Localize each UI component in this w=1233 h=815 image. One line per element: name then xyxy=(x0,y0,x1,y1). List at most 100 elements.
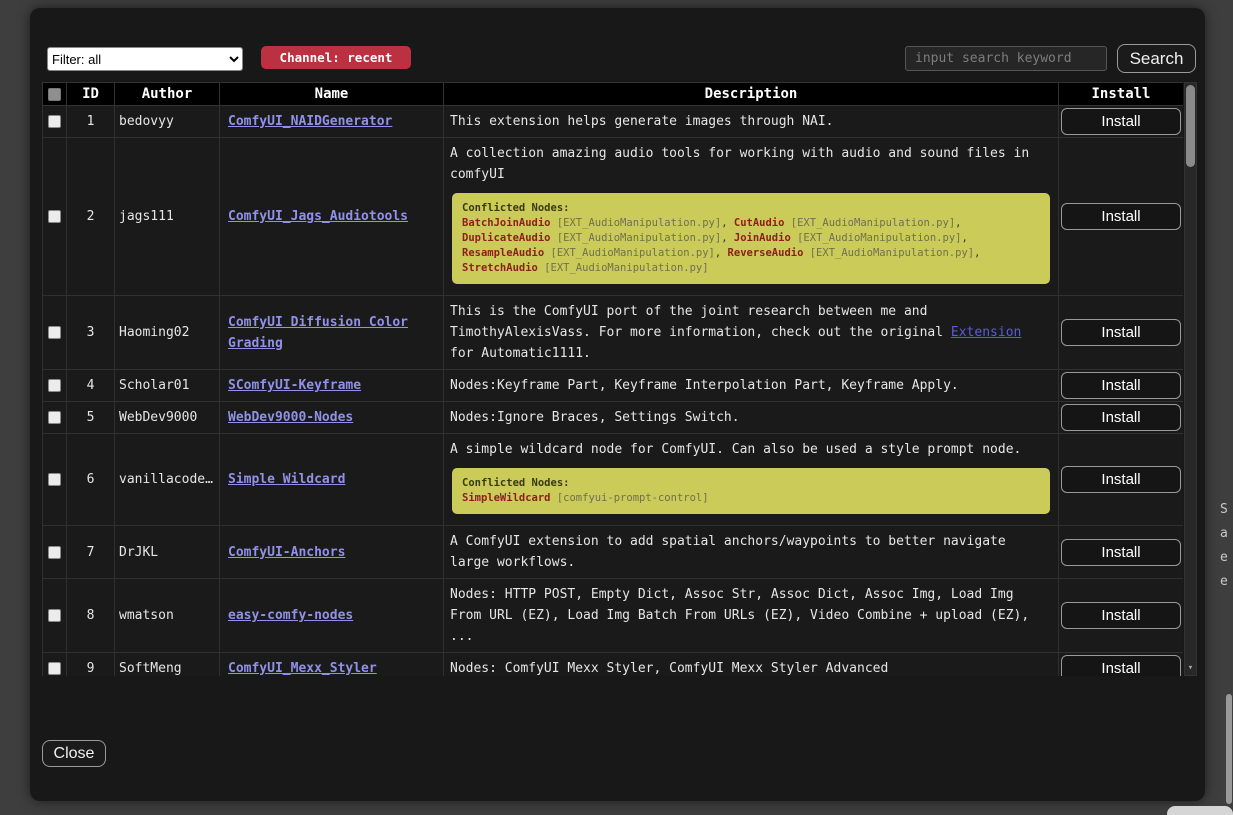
search-input[interactable] xyxy=(905,46,1107,71)
filter-select[interactable]: Filter: all xyxy=(47,47,243,71)
row-id: 6 xyxy=(67,434,115,526)
row-author: WebDev9000 xyxy=(115,402,220,434)
row-author: Scholar01 xyxy=(115,370,220,402)
row-description-cell: Nodes:Ignore Braces, Settings Switch. xyxy=(444,402,1059,434)
conflict-node-source: [EXT_AudioManipulation.py] xyxy=(557,217,721,229)
install-button[interactable]: Install xyxy=(1061,404,1181,431)
conflict-node-name: SimpleWildcard xyxy=(462,492,551,504)
node-description: A collection amazing audio tools for wor… xyxy=(450,143,1052,185)
install-button[interactable]: Install xyxy=(1061,319,1181,346)
conflict-node-name: ReverseAudio xyxy=(728,247,804,259)
table-row: 5WebDev9000WebDev9000-NodesNodes:Ignore … xyxy=(43,402,1184,434)
row-checkbox[interactable] xyxy=(48,546,61,559)
row-install-cell: Install xyxy=(1059,138,1184,296)
row-checkbox[interactable] xyxy=(48,115,61,128)
node-name-link[interactable]: ComfyUI-Anchors xyxy=(228,545,345,560)
row-description-cell: This is the ComfyUI port of the joint re… xyxy=(444,296,1059,370)
header-install: Install xyxy=(1059,83,1184,106)
table-row: 6vanillacode…Simple WildcardA simple wil… xyxy=(43,434,1184,526)
row-description-cell: Nodes: ComfyUI Mexx Styler, ComfyUI Mexx… xyxy=(444,653,1059,677)
page-scrollbar-thumb[interactable] xyxy=(1226,694,1232,804)
install-custom-nodes-dialog: Filter: all Channel: recent Search ID Au… xyxy=(30,8,1205,801)
row-checkbox[interactable] xyxy=(48,662,61,675)
table-header-row: ID Author Name Description Install xyxy=(43,83,1184,106)
background-button-sliver xyxy=(1167,806,1233,815)
row-checkbox[interactable] xyxy=(48,473,61,486)
row-install-cell: Install xyxy=(1059,526,1184,579)
row-author: wmatson xyxy=(115,579,220,653)
install-button[interactable]: Install xyxy=(1061,655,1181,676)
row-checkbox[interactable] xyxy=(48,326,61,339)
close-button[interactable]: Close xyxy=(42,740,106,767)
node-name-link[interactable]: ComfyUI_Jags_Audiotools xyxy=(228,209,408,224)
scroll-down-icon[interactable]: ▾ xyxy=(1185,662,1196,674)
table-scrollbar-thumb[interactable] xyxy=(1186,85,1195,167)
conflict-node-name: StretchAudio xyxy=(462,262,538,274)
row-description-cell: A collection amazing audio tools for wor… xyxy=(444,138,1059,296)
node-description: Nodes: ComfyUI Mexx Styler, ComfyUI Mexx… xyxy=(450,658,1052,676)
install-button[interactable]: Install xyxy=(1061,602,1181,629)
row-checkbox-cell xyxy=(43,402,67,434)
row-install-cell: Install xyxy=(1059,296,1184,370)
description-link[interactable]: Extension xyxy=(951,325,1021,340)
install-button[interactable]: Install xyxy=(1061,372,1181,399)
row-checkbox-cell xyxy=(43,526,67,579)
install-button[interactable]: Install xyxy=(1061,466,1181,493)
node-name-link[interactable]: WebDev9000-Nodes xyxy=(228,410,353,425)
node-name-link[interactable]: easy-comfy-nodes xyxy=(228,608,353,623)
header-author: Author xyxy=(115,83,220,106)
header-select-all xyxy=(43,83,67,106)
node-name-link[interactable]: SComfyUI-Keyframe xyxy=(228,378,361,393)
row-name-cell: easy-comfy-nodes xyxy=(220,579,444,653)
background-text-fragment: a xyxy=(1220,522,1233,546)
row-name-cell: ComfyUI_Mexx_Styler xyxy=(220,653,444,677)
row-author: jags111 xyxy=(115,138,220,296)
row-name-cell: SComfyUI-Keyframe xyxy=(220,370,444,402)
node-name-link[interactable]: ComfyUI_NAIDGenerator xyxy=(228,114,392,129)
channel-badge: Channel: recent xyxy=(261,46,411,69)
search-button[interactable]: Search xyxy=(1117,44,1196,73)
row-description-cell: This extension helps generate images thr… xyxy=(444,106,1059,138)
install-button[interactable]: Install xyxy=(1061,203,1181,230)
row-checkbox[interactable] xyxy=(48,411,61,424)
table-row: 8wmatsoneasy-comfy-nodesNodes: HTTP POST… xyxy=(43,579,1184,653)
background-menu-edge: Saee xyxy=(1220,498,1233,594)
select-all-checkbox[interactable] xyxy=(48,88,61,101)
row-install-cell: Install xyxy=(1059,106,1184,138)
conflict-list: SimpleWildcard [comfyui-prompt-control] xyxy=(462,491,1040,506)
row-checkbox-cell xyxy=(43,296,67,370)
table-row: 1bedovyyComfyUI_NAIDGeneratorThis extens… xyxy=(43,106,1184,138)
node-name-link[interactable]: ComfyUI_Mexx_Styler xyxy=(228,661,377,676)
background-text-fragment: e xyxy=(1220,546,1233,570)
header-description: Description xyxy=(444,83,1059,106)
row-checkbox-cell xyxy=(43,106,67,138)
node-description: Nodes: HTTP POST, Empty Dict, Assoc Str,… xyxy=(450,584,1052,647)
row-checkbox[interactable] xyxy=(48,609,61,622)
node-name-link[interactable]: Simple Wildcard xyxy=(228,472,345,487)
conflict-node-source: [comfyui-prompt-control] xyxy=(557,492,709,504)
row-id: 7 xyxy=(67,526,115,579)
node-name-link[interactable]: ComfyUI Diffusion Color Grading xyxy=(228,315,408,351)
table-row: 4Scholar01SComfyUI-KeyframeNodes:Keyfram… xyxy=(43,370,1184,402)
conflict-node-source: [EXT_AudioManipulation.py] xyxy=(791,217,955,229)
row-description-cell: A ComfyUI extension to add spatial ancho… xyxy=(444,526,1059,579)
row-description-cell: Nodes:Keyframe Part, Keyframe Interpolat… xyxy=(444,370,1059,402)
table-scrollbar[interactable]: ▾ xyxy=(1184,82,1197,676)
header-name: Name xyxy=(220,83,444,106)
custom-nodes-table: ID Author Name Description Install 1bedo… xyxy=(42,82,1183,676)
row-name-cell: ComfyUI_Jags_Audiotools xyxy=(220,138,444,296)
row-id: 9 xyxy=(67,653,115,677)
install-button[interactable]: Install xyxy=(1061,108,1181,135)
row-install-cell: Install xyxy=(1059,579,1184,653)
row-checkbox[interactable] xyxy=(48,379,61,392)
row-checkbox[interactable] xyxy=(48,210,61,223)
row-id: 1 xyxy=(67,106,115,138)
row-name-cell: ComfyUI Diffusion Color Grading xyxy=(220,296,444,370)
node-description: This is the ComfyUI port of the joint re… xyxy=(450,301,1052,364)
row-install-cell: Install xyxy=(1059,434,1184,526)
row-install-cell: Install xyxy=(1059,402,1184,434)
row-checkbox-cell xyxy=(43,653,67,677)
table-row: 2jags111ComfyUI_Jags_AudiotoolsA collect… xyxy=(43,138,1184,296)
table-row: 7DrJKLComfyUI-AnchorsA ComfyUI extension… xyxy=(43,526,1184,579)
install-button[interactable]: Install xyxy=(1061,539,1181,566)
